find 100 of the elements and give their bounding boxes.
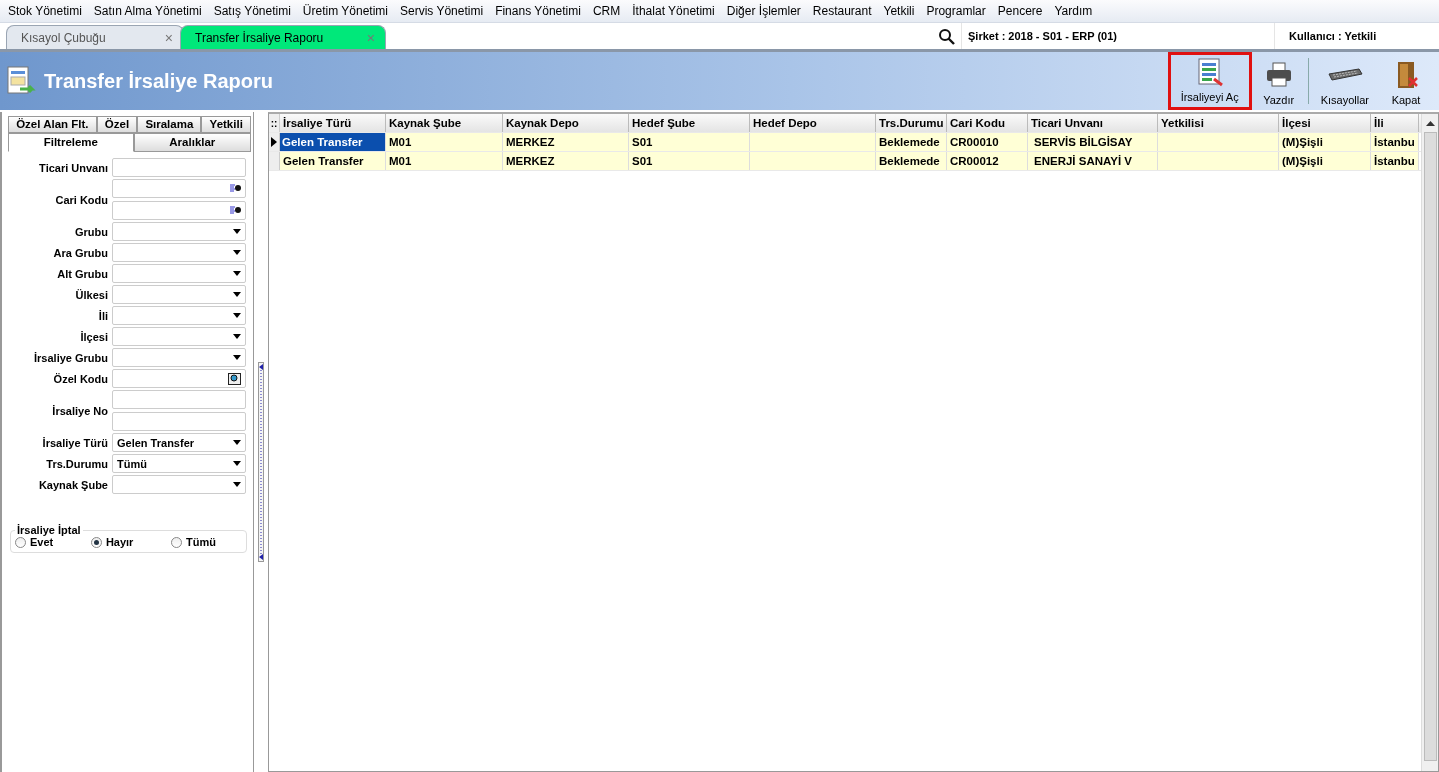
menu-item[interactable]: Üretim Yönetimi <box>296 4 394 18</box>
column-header[interactable]: Hedef Şube <box>629 114 750 132</box>
menu-item[interactable]: Satın Alma Yönetimi <box>87 4 208 18</box>
row-pointer-icon <box>271 137 277 147</box>
dropdown[interactable]: Gelen Transfer <box>112 433 246 452</box>
input-field[interactable] <box>112 369 246 388</box>
filter-tab[interactable]: Özel <box>96 116 138 133</box>
radio-button[interactable] <box>171 536 183 548</box>
column-header[interactable]: Yetkilisi <box>1158 114 1279 132</box>
document-tab[interactable]: Transfer İrsaliye Raporu × <box>180 25 386 49</box>
field-label: İrsaliye Grubu <box>33 351 108 364</box>
filter-tab[interactable]: Filtreleme <box>8 133 134 152</box>
menu-item[interactable]: Satış Yönetimi <box>207 4 297 18</box>
field-label: Ülkesi <box>74 288 108 301</box>
table-cell: CR00012 <box>947 152 1028 170</box>
lookup-icon[interactable] <box>230 183 241 194</box>
table-cell: MERKEZ <box>503 133 629 151</box>
radio-option[interactable]: Hayır <box>90 536 160 548</box>
radio-button[interactable] <box>90 536 102 548</box>
document-tab[interactable]: Kısayol Çubuğu × <box>6 25 184 49</box>
input-field[interactable] <box>112 412 246 431</box>
menu-item[interactable]: CRM <box>586 4 627 18</box>
dropdown-arrow-icon[interactable] <box>233 229 241 234</box>
dropdown-arrow-icon[interactable] <box>233 250 241 255</box>
dropdown-arrow-icon[interactable] <box>233 334 241 339</box>
filter-tab[interactable]: Özel Alan Flt. <box>8 116 97 133</box>
radio-option[interactable]: Evet <box>15 536 80 548</box>
menu-item[interactable]: Restaurant <box>806 4 878 18</box>
menu-item[interactable]: Programlar <box>920 4 992 18</box>
column-header[interactable]: Hedef Depo <box>750 114 876 132</box>
dropdown-arrow-icon[interactable] <box>233 461 241 466</box>
column-header[interactable]: İrsaliye Türü <box>280 114 386 132</box>
menu-item[interactable]: Finans Yönetimi <box>489 4 587 18</box>
field-label: Kaynak Şube <box>37 478 108 491</box>
field-label: İlçesi <box>79 330 108 343</box>
table-cell: Gelen Transfer <box>280 133 386 151</box>
dropdown-arrow-icon[interactable] <box>233 271 241 276</box>
column-header[interactable]: Cari Kodu <box>947 114 1028 132</box>
menu-item[interactable]: Yardım <box>1048 4 1099 18</box>
menu-item[interactable]: İthalat Yönetimi <box>626 4 721 18</box>
column-header[interactable]: Kaynak Şube <box>386 114 503 132</box>
filter-tab[interactable]: Aralıklar <box>133 133 251 152</box>
radio-option[interactable]: Tümü <box>171 536 242 548</box>
lookup-icon[interactable] <box>230 205 241 216</box>
field-label: Grubu <box>74 225 108 238</box>
page-title: Transfer İrsaliye Raporu <box>44 69 273 93</box>
menu-item[interactable]: Servis Yönetimi <box>393 4 490 18</box>
dropdown-arrow-icon[interactable] <box>233 313 241 318</box>
column-header[interactable]: Ticari Unvanı <box>1028 114 1158 132</box>
column-header[interactable]: İlçesi <box>1279 114 1371 132</box>
menu-item[interactable]: Stok Yönetimi <box>2 4 88 18</box>
dropdown-arrow-icon[interactable] <box>233 355 241 360</box>
table-cell: SERVİS BİLGİSAY <box>1028 133 1158 151</box>
field-label: İli <box>97 309 108 322</box>
field-label: İrsaliye Türü <box>41 436 108 449</box>
dropdown-arrow-icon[interactable] <box>233 440 241 445</box>
user-info: Kullanıcı : Yetkili <box>1274 23 1439 49</box>
row-header[interactable] <box>269 133 280 151</box>
search-icon[interactable] <box>938 27 955 45</box>
column-header[interactable]: Trs.Durumu <box>876 114 947 132</box>
close-icon[interactable]: × <box>164 29 173 46</box>
toolbar-button[interactable]: Kapat <box>1379 52 1433 110</box>
table-cell: S01 <box>629 133 750 151</box>
filter-tab[interactable]: Sıralama <box>137 116 202 133</box>
scroll-up-icon[interactable] <box>1425 120 1435 126</box>
dropdown-arrow-icon[interactable] <box>233 482 241 487</box>
field-label: İrsaliye No <box>51 404 108 417</box>
input-field[interactable] <box>112 390 246 409</box>
splitter-handle[interactable] <box>258 362 264 562</box>
table-cell: M01 <box>386 152 503 170</box>
dropdown-arrow-icon[interactable] <box>233 292 241 297</box>
dropdown[interactable]: Tümü <box>112 454 246 473</box>
table-cell: (M)Şişli <box>1279 152 1371 170</box>
radio-button[interactable] <box>15 536 26 548</box>
table-cell: (M)Şişli <box>1279 133 1371 151</box>
search-icon[interactable] <box>228 372 241 385</box>
scrollbar-thumb[interactable] <box>1423 132 1437 761</box>
table-cell: İstanbu <box>1371 133 1419 151</box>
option-group: İrsaliye İptal Evet Hayır Tümü <box>10 524 247 553</box>
table-cell: ENERJİ SANAYİ V <box>1028 152 1158 170</box>
menu-item[interactable]: Diğer İşlemler <box>720 4 807 18</box>
menu-item[interactable]: Yetkili <box>877 4 921 18</box>
toolbar-button[interactable]: Yazdır <box>1251 52 1306 110</box>
menu-item[interactable]: Pencere <box>991 4 1049 18</box>
table-cell: M01 <box>386 133 503 151</box>
input-field[interactable] <box>112 179 246 198</box>
table-cell: Beklemede <box>876 152 947 170</box>
column-header[interactable]: İli <box>1371 114 1419 132</box>
table-cell: CR00010 <box>947 133 1028 151</box>
column-header[interactable]: Kaynak Depo <box>503 114 629 132</box>
field-label: Cari Kodu <box>54 193 108 206</box>
input-field[interactable] <box>112 158 246 177</box>
field-label: Alt Grubu <box>56 267 108 280</box>
field-label: Trs.Durumu <box>45 457 108 470</box>
toolbar-button[interactable]: Kısayollar <box>1310 52 1379 110</box>
report-icon <box>6 65 38 97</box>
filter-tab[interactable]: Yetkili <box>201 116 251 133</box>
input-field[interactable] <box>112 201 246 220</box>
table-cell: S01 <box>629 152 750 170</box>
grid-corner: :: <box>269 114 280 132</box>
